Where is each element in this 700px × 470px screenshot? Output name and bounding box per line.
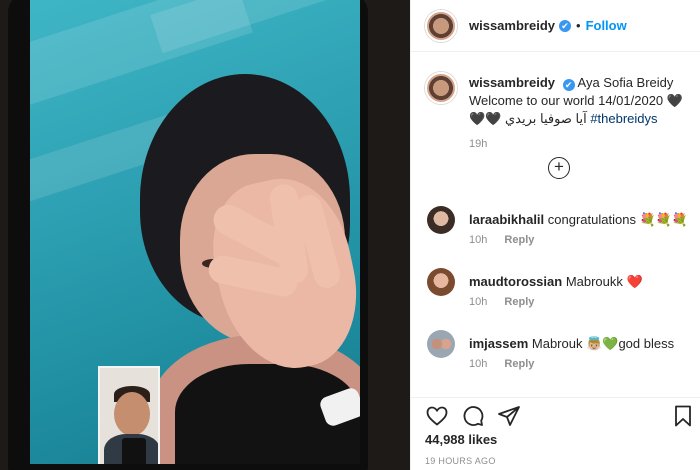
author-avatar[interactable] (425, 9, 457, 42)
post-sidebar: wissambreidy ✔ • Follow wissambreidy ✔ A… (410, 0, 700, 470)
pip-video-thumbnail (98, 366, 160, 464)
caption-line-2: Welcome to our world 14/01/2020 🖤 (469, 93, 683, 108)
phone-frame (8, 0, 368, 470)
post-header: wissambreidy ✔ • Follow (411, 0, 700, 52)
caption-avatar[interactable] (425, 72, 457, 104)
caption-line-1: Aya Sofia Breidy (577, 75, 674, 90)
comment-text: congratulations 💐💐💐 (547, 212, 689, 227)
caption-verified-icon: ✔ (562, 79, 575, 91)
commenter-avatar[interactable] (427, 330, 455, 358)
caption-text: wissambreidy ✔ Aya Sofia Breidy Welcome … (469, 74, 691, 128)
hashtag-link[interactable]: #thebreidys (590, 111, 657, 126)
post-timestamp: 19 HOURS AGO (425, 456, 496, 466)
comment-time: 10h (469, 296, 488, 308)
commenter-avatar[interactable] (427, 206, 455, 234)
bookmark-icon[interactable] (671, 404, 695, 428)
commenter-username[interactable]: imjassem (469, 336, 528, 351)
commenter-username[interactable]: laraabikhalil (469, 212, 544, 227)
plus-circle-icon[interactable]: + (548, 157, 570, 179)
comment-icon[interactable] (461, 404, 485, 428)
caption-line-3: 🖤🖤 آيا صوفيا بريدي (469, 111, 587, 126)
caption-time: 19h (469, 138, 488, 150)
comment-text: Mabrouk 👼🏼💚god bless (531, 336, 675, 351)
comment-time: 10h (469, 358, 488, 370)
video-call-screen (30, 0, 360, 464)
author-username[interactable]: wissambreidy (469, 18, 555, 33)
verified-badge-icon: ✔ (559, 19, 571, 32)
separator-dot: • (576, 18, 581, 33)
commenter-avatar[interactable] (427, 268, 455, 296)
follow-button[interactable]: Follow (586, 18, 627, 33)
reply-button[interactable]: Reply (504, 358, 534, 370)
post-actions: 44,988 likes 19 HOURS AGO (411, 397, 700, 470)
commenter-username[interactable]: maudtorossian (469, 274, 562, 289)
likes-count[interactable]: 44,988 likes (425, 432, 497, 447)
share-icon[interactable] (497, 404, 521, 428)
reply-button[interactable]: Reply (504, 296, 534, 308)
comment-text: Mabroukk ❤️ (565, 274, 643, 289)
reply-button[interactable]: Reply (504, 234, 534, 246)
comment-time: 10h (469, 234, 488, 246)
post-photo[interactable] (0, 0, 410, 470)
heart-icon[interactable] (425, 404, 449, 428)
caption-username[interactable]: wissambreidy (469, 75, 555, 90)
